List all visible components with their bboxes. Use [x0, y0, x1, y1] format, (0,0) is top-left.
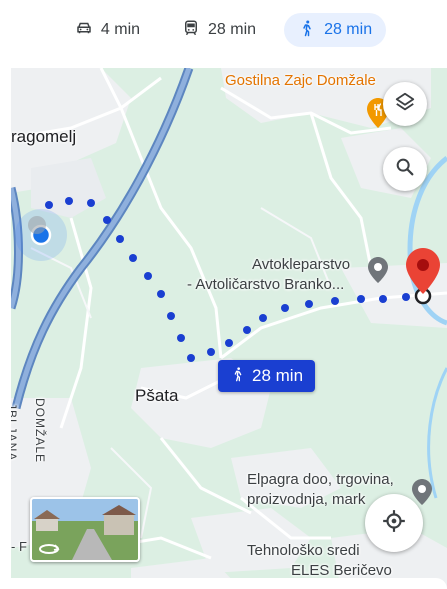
my-location-button[interactable] [365, 494, 423, 552]
layers-button[interactable] [383, 82, 427, 126]
mode-walk-button[interactable]: 28 min [284, 13, 387, 47]
map-view[interactable]: ragomelj Gostilna Zajc Domžale Avtoklepa… [11, 68, 447, 589]
place-label-psata: Pšata [135, 386, 179, 405]
place-label-elpagra[interactable]: Elpagra doo, trgovina, [247, 471, 394, 489]
place-label-gostilna[interactable]: Gostilna Zajc Domžale [225, 72, 376, 90]
place-pin-icon[interactable] [368, 257, 388, 283]
street-view-rotate-icon [39, 544, 60, 554]
place-label-dragomelj: ragomelj [11, 127, 77, 146]
mode-transit-label: 28 min [208, 21, 257, 38]
place-label-avtolicarstvo[interactable]: - Avtoličarstvo Branko... [187, 276, 344, 294]
route-eta-bubble[interactable]: 28 min [218, 360, 316, 392]
mode-transit-button[interactable]: 28 min [168, 13, 270, 47]
transit-icon [182, 19, 200, 42]
street-view-thumbnail[interactable] [30, 497, 140, 562]
layers-icon [394, 91, 416, 118]
search-icon [394, 156, 416, 183]
search-button[interactable] [383, 147, 427, 191]
route-eta-label: 28 min [252, 366, 304, 385]
place-label-avtokleparstvo[interactable]: Avtokleparstvo [252, 256, 350, 274]
walk-icon [298, 19, 316, 42]
place-pin-icon-2[interactable] [412, 479, 432, 505]
travel-mode-bar: 4 min 28 min 28 min [0, 0, 447, 60]
car-icon [75, 19, 93, 42]
road-label-domzale: DOMŽALE [33, 398, 47, 464]
walk-icon [230, 365, 246, 388]
mode-drive-label: 4 min [100, 21, 141, 38]
road-label-f: - F [11, 539, 27, 554]
road-label-ljubljana: JBLJANA [11, 403, 19, 462]
destination-pin-icon[interactable] [406, 248, 440, 294]
mode-drive-button[interactable]: 4 min [61, 13, 154, 47]
mode-walk-label: 28 min [324, 21, 373, 38]
bottom-sheet[interactable] [0, 578, 447, 589]
place-label-tehnolosko[interactable]: Tehnološko sredi [247, 542, 360, 560]
place-label-elpagra-2[interactable]: proizvodnja, mark [247, 491, 365, 509]
my-location-icon [381, 508, 407, 539]
